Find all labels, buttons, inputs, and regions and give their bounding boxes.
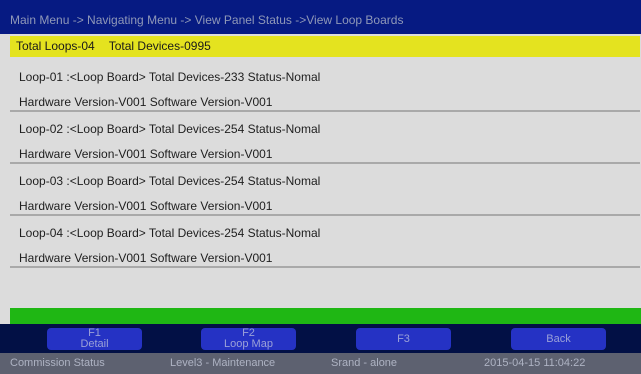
f3-key-label: F3 <box>397 333 410 345</box>
f1-key-label: Detail <box>80 338 109 350</box>
loop-board-version: Hardware Version-V001 Software Version-V… <box>19 95 273 109</box>
operation-mode: Srand - alone <box>331 357 398 369</box>
loop-board-item[interactable]: Loop-04 :<Loop Board> Total Devices-254 … <box>10 216 640 268</box>
date-time: 2015-04-15 11:04:22 <box>484 357 586 369</box>
loop-board-summary: Loop-04 :<Loop Board> Total Devices-254 … <box>19 226 321 240</box>
commission-status: Commission Status <box>10 357 105 369</box>
loop-board-item[interactable]: Loop-03 :<Loop Board> Total Devices-254 … <box>10 164 640 216</box>
f2-key-label: Loop Map <box>224 338 273 350</box>
loop-board-summary: Loop-01 :<Loop Board> Total Devices-233 … <box>19 70 321 84</box>
f2-loop-map-button[interactable]: F2 Loop Map <box>201 328 296 350</box>
access-level: Level3 - Maintenance <box>170 357 276 369</box>
loop-board-version: Hardware Version-V001 Software Version-V… <box>19 147 273 161</box>
loop-board-version: Hardware Version-V001 Software Version-V… <box>19 199 273 213</box>
panel-screen: Main Menu -> Navigating Menu -> View Pan… <box>0 0 641 374</box>
breadcrumb: Main Menu -> Navigating Menu -> View Pan… <box>0 0 641 34</box>
loop-summary-bar: Total Loops-04 Total Devices-0995 <box>10 36 640 57</box>
status-bar <box>10 308 641 324</box>
breadcrumb-text: Main Menu -> Navigating Menu -> View Pan… <box>10 13 404 27</box>
back-key-label: Back <box>546 333 571 345</box>
total-loops-label: Total Loops-04 <box>16 39 95 53</box>
function-key-bar: F1 Detail F2 Loop Map F3 Back <box>0 324 641 353</box>
f3-button[interactable]: F3 <box>356 328 451 350</box>
total-devices-label: Total Devices-0995 <box>108 39 211 53</box>
f1-detail-button[interactable]: F1 Detail <box>47 328 142 350</box>
loop-board-item[interactable]: Loop-02 :<Loop Board> Total Devices-254 … <box>10 112 640 164</box>
loop-board-summary: Loop-02 :<Loop Board> Total Devices-254 … <box>19 122 321 136</box>
loop-board-list: Loop-01 :<Loop Board> Total Devices-233 … <box>10 60 640 306</box>
loop-board-item[interactable]: Loop-01 :<Loop Board> Total Devices-233 … <box>10 60 640 112</box>
status-footer: Commission Status Level3 - Maintenance S… <box>0 353 641 374</box>
back-button[interactable]: Back <box>511 328 606 350</box>
loop-board-summary: Loop-03 :<Loop Board> Total Devices-254 … <box>19 174 321 188</box>
loop-board-version: Hardware Version-V001 Software Version-V… <box>19 251 273 265</box>
